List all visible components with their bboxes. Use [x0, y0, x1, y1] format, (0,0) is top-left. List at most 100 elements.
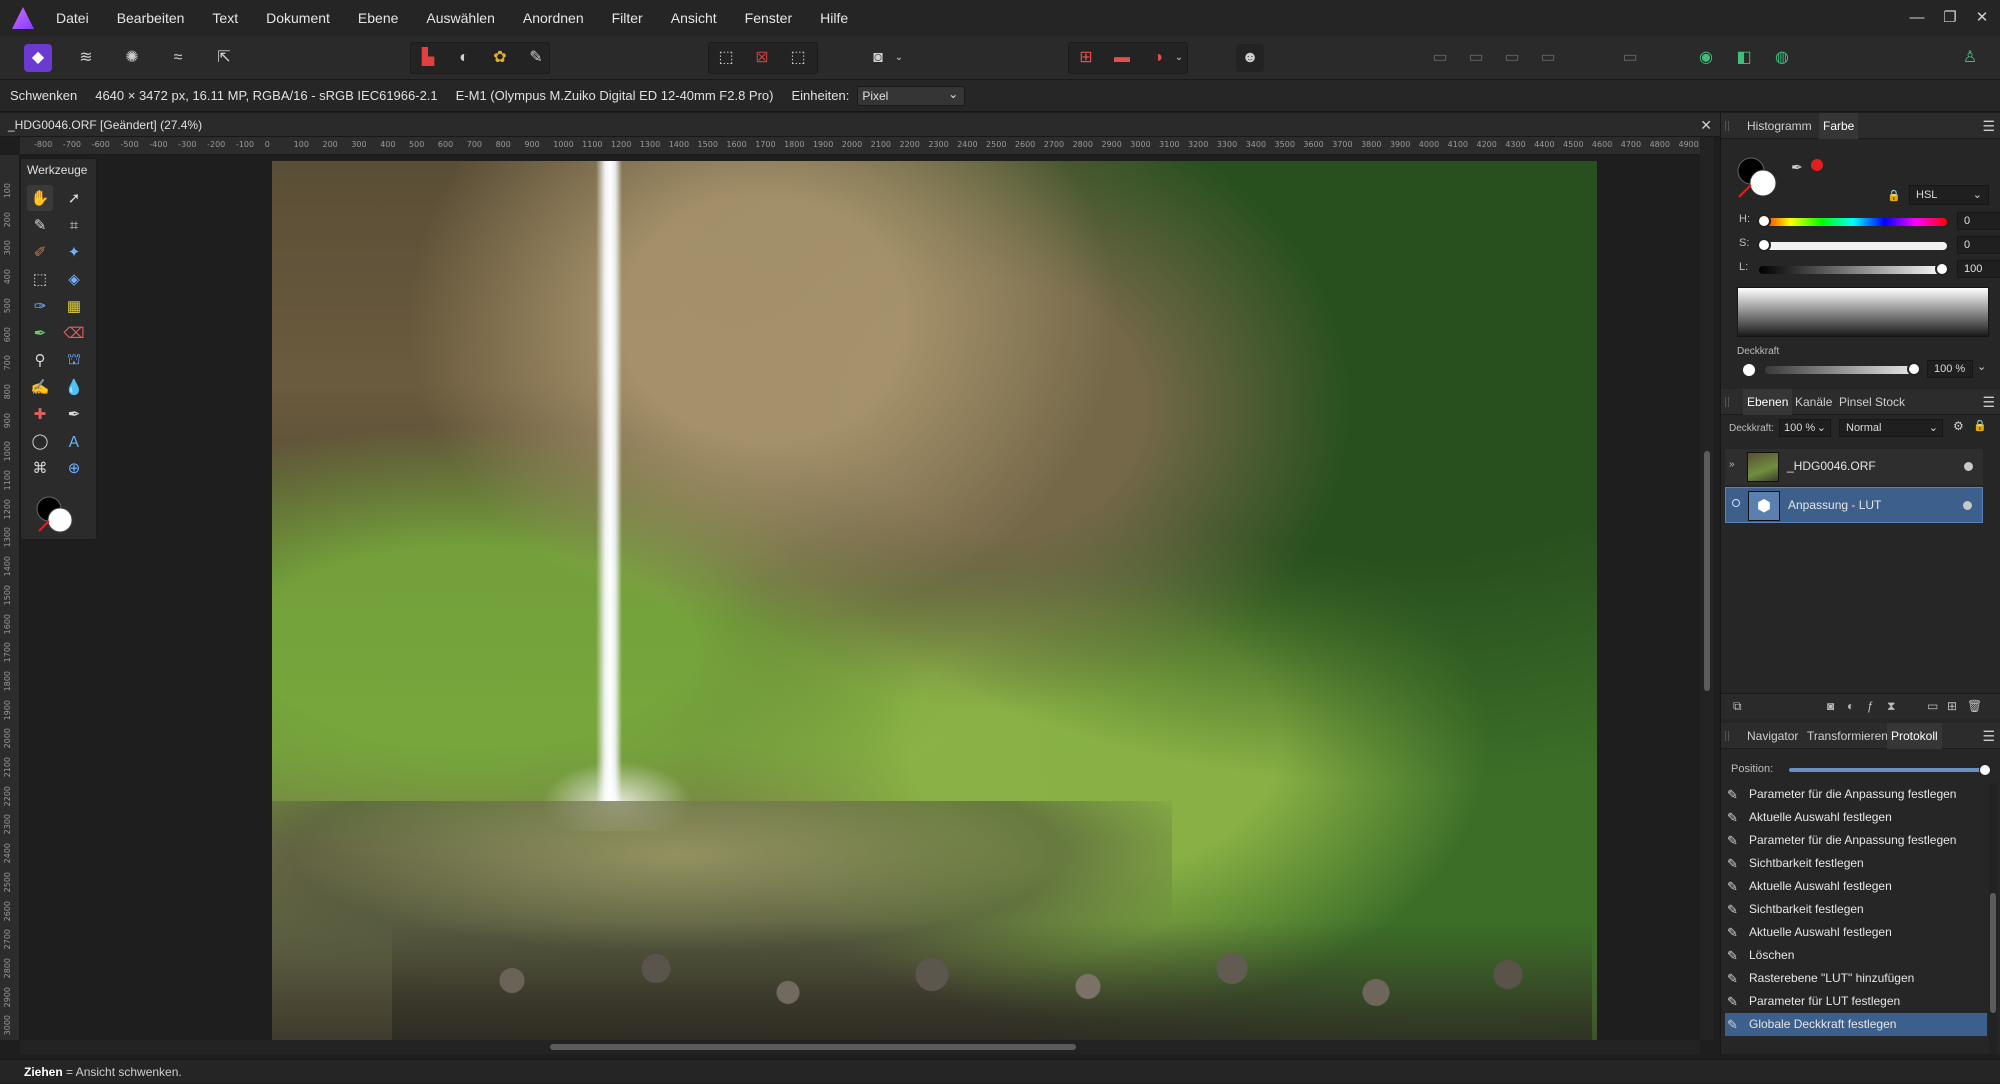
- delete-icon[interactable]: 🗑: [1967, 699, 1982, 713]
- history-item[interactable]: ✎ Parameter für die Anpassung festlegen: [1725, 829, 1987, 852]
- flood-select-tool-icon[interactable]: ✦: [61, 239, 87, 265]
- tab-stock[interactable]: Stock: [1871, 389, 1909, 415]
- horizontal-scroll-thumb[interactable]: [550, 1044, 1076, 1050]
- horizontal-scrollbar[interactable]: [20, 1040, 1700, 1054]
- grip-icon[interactable]: [1725, 121, 1729, 131]
- ellipse-tool-icon[interactable]: ◯: [27, 428, 53, 454]
- tone-mapping-persona-icon[interactable]: ≈: [164, 44, 192, 72]
- tab-histogramm[interactable]: Histogramm: [1743, 113, 1816, 139]
- menu-ansicht[interactable]: Ansicht: [671, 10, 717, 26]
- move-tool-icon[interactable]: ➚: [61, 185, 87, 211]
- settings-icon[interactable]: ⚙: [1953, 419, 1964, 433]
- pen-tool-icon[interactable]: ✒: [61, 401, 87, 427]
- blend-mode-dropdown[interactable]: Normal ⌄: [1839, 419, 1943, 437]
- panel-menu-icon[interactable]: ☰: [1982, 389, 1995, 415]
- chevron-down-icon[interactable]: ⌄: [1172, 44, 1186, 72]
- color-picker-tool-icon[interactable]: ✎: [27, 212, 53, 238]
- saturation-slider[interactable]: [1759, 242, 1947, 250]
- grip-icon[interactable]: [1725, 731, 1729, 741]
- auto-colour-icon[interactable]: ✿: [486, 44, 514, 72]
- snapping-icon[interactable]: ⊞: [1072, 44, 1100, 72]
- tab-farbe[interactable]: Farbe: [1819, 113, 1859, 139]
- dodge-tool-icon[interactable]: ⚲: [27, 347, 53, 373]
- menu-dokument[interactable]: Dokument: [266, 10, 330, 26]
- lock-icon[interactable]: 🔒: [1973, 419, 1987, 432]
- history-item[interactable]: ✎ Sichtbarkeit festlegen: [1725, 898, 1987, 921]
- history-item[interactable]: ✎ Rasterebene "LUT" hinzufügen: [1725, 967, 1987, 990]
- menu-text[interactable]: Text: [212, 10, 238, 26]
- zoom-tool-icon[interactable]: ⊕: [61, 455, 87, 481]
- select-all-icon[interactable]: ⬚: [712, 44, 740, 72]
- photo-persona-icon[interactable]: ◆: [24, 44, 52, 72]
- hourglass-icon[interactable]: ⧗: [1887, 699, 1895, 714]
- menu-hilfe[interactable]: Hilfe: [820, 10, 848, 26]
- grip-icon[interactable]: [1725, 397, 1729, 407]
- paint-brush-tool-icon[interactable]: ✑: [27, 293, 53, 319]
- history-item[interactable]: ✎ Parameter für LUT festlegen: [1725, 990, 1987, 1013]
- canvas[interactable]: [20, 155, 1700, 1040]
- smudge-tool-icon[interactable]: ✍: [27, 374, 53, 400]
- hue-value-field[interactable]: 0: [1957, 212, 2000, 230]
- position-slider-knob[interactable]: [1979, 764, 1991, 776]
- vertical-scroll-thumb[interactable]: [1704, 451, 1710, 691]
- menu-anordnen[interactable]: Anordnen: [523, 10, 584, 26]
- menu-fenster[interactable]: Fenster: [745, 10, 792, 26]
- color-model-dropdown[interactable]: HSL ⌄: [1909, 185, 1989, 205]
- chevron-down-icon[interactable]: ⌄: [892, 44, 906, 72]
- visibility-dot-icon[interactable]: [1963, 501, 1972, 510]
- units-dropdown[interactable]: Pixel: [857, 85, 966, 106]
- history-item[interactable]: ✎ Parameter für die Anpassung festlegen: [1725, 783, 1987, 806]
- boolean-add-icon[interactable]: ◉: [1692, 44, 1720, 72]
- history-scrollbar[interactable]: [1989, 783, 1997, 1054]
- auto-white-balance-icon[interactable]: ✎: [522, 44, 550, 72]
- assistant-icon[interactable]: ◑: [1144, 44, 1172, 72]
- healing-brush-tool-icon[interactable]: ✚: [27, 401, 53, 427]
- fg-bg-color-swatch[interactable]: [35, 495, 75, 535]
- marquee-tool-icon[interactable]: ⬚: [27, 266, 53, 292]
- layer-row[interactable]: » _HDG0046.ORF: [1725, 449, 1983, 485]
- waterfall-photo[interactable]: [272, 161, 1597, 1040]
- clone-tool-icon[interactable]: ⛫: [61, 347, 87, 373]
- affinity-photo-logo-icon[interactable]: [12, 7, 34, 29]
- document-tab[interactable]: _HDG0046.ORF [Geändert] (27.4%) ✕: [0, 113, 1720, 137]
- minimize-button[interactable]: —: [1903, 6, 1931, 30]
- add-layer-icon[interactable]: ⊞: [1947, 699, 1957, 713]
- deselect-icon[interactable]: ⊠: [748, 44, 776, 72]
- layer-row-selected[interactable]: ⬢ Anpassung - LUT: [1725, 487, 1983, 523]
- vertical-scrollbar[interactable]: [1700, 137, 1714, 1040]
- history-item[interactable]: ✎ Aktuelle Auswahl festlegen: [1725, 921, 1987, 944]
- saturation-value-field[interactable]: 0: [1957, 236, 2000, 254]
- hue-slider-knob[interactable]: [1757, 214, 1771, 228]
- close-document-icon[interactable]: ✕: [1700, 113, 1712, 137]
- history-scroll-thumb[interactable]: [1990, 893, 1996, 1013]
- tab-ebenen[interactable]: Ebenen: [1743, 389, 1793, 415]
- mesh-warp-tool-icon[interactable]: ⌘: [27, 455, 53, 481]
- text-tool-icon[interactable]: Ａ: [61, 428, 87, 454]
- opacity-slider-knob[interactable]: [1907, 362, 1921, 376]
- layer-options-icon[interactable]: ⧉: [1733, 699, 1742, 714]
- lock-icon[interactable]: 🔒: [1887, 189, 1901, 202]
- boolean-intersect-icon[interactable]: ◍: [1768, 44, 1796, 72]
- pixel-tool-icon[interactable]: ▦: [61, 293, 87, 319]
- invert-selection-icon[interactable]: ⬚: [784, 44, 812, 72]
- opacity-value-field[interactable]: 100 %: [1927, 360, 1973, 378]
- chevron-down-icon[interactable]: ⌄: [1977, 360, 1986, 373]
- export-persona-icon[interactable]: ⇱: [210, 44, 238, 72]
- history-item-selected[interactable]: ✎ Globale Deckkraft festlegen: [1725, 1013, 1987, 1036]
- boolean-subtract-icon[interactable]: ◧: [1730, 44, 1758, 72]
- hue-slider[interactable]: [1759, 218, 1947, 226]
- restore-button[interactable]: ❐: [1936, 6, 1964, 30]
- color-picker-field[interactable]: [1737, 287, 1989, 337]
- menu-auswaehlen[interactable]: Auswählen: [426, 10, 495, 26]
- erase-tool-icon[interactable]: ⌫: [61, 320, 87, 346]
- menu-datei[interactable]: Datei: [56, 10, 89, 26]
- account-icon[interactable]: ♙: [1956, 44, 1984, 72]
- eyedropper-icon[interactable]: ✒: [1791, 159, 1803, 176]
- selection-brush-tool-icon[interactable]: ✐: [27, 239, 53, 265]
- liquify-persona-icon[interactable]: ≋: [72, 44, 100, 72]
- tab-kanaele[interactable]: Kanäle: [1791, 389, 1836, 415]
- live-filter-icon[interactable]: ƒ: [1867, 699, 1874, 713]
- folder-icon[interactable]: ▭: [1927, 699, 1938, 713]
- quick-mask-icon[interactable]: ◙: [864, 44, 892, 72]
- visibility-dot-icon[interactable]: [1964, 462, 1973, 471]
